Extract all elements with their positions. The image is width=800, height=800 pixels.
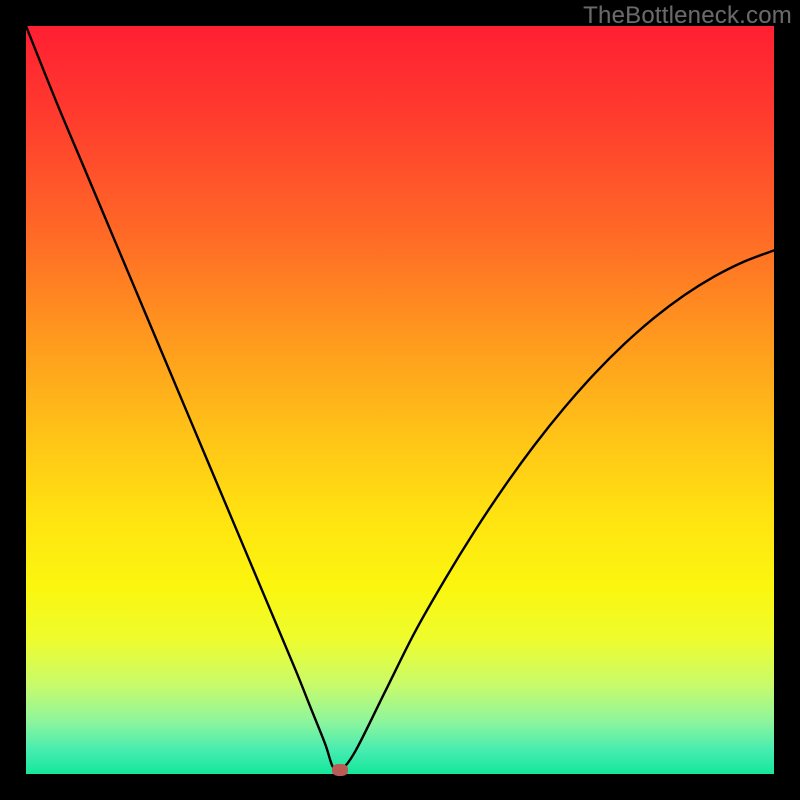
chart-stage: TheBottleneck.com <box>0 0 800 800</box>
watermark-text: TheBottleneck.com <box>583 2 792 30</box>
plot-area <box>26 26 774 774</box>
bottleneck-curve <box>26 26 774 774</box>
optimal-point-marker <box>332 764 348 776</box>
